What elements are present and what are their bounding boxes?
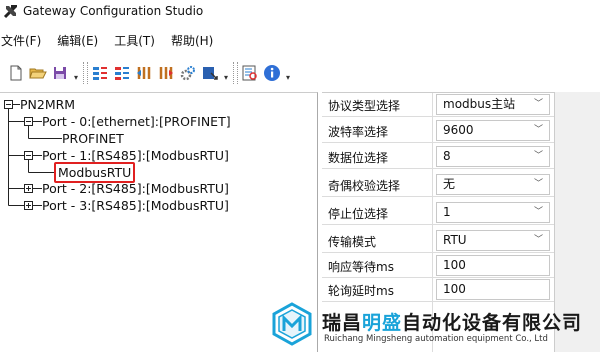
tree-root[interactable]: PN2MRM — [20, 96, 75, 113]
tree-node-port-3[interactable]: Port - 3:[RS485]:[ModbusRTU] — [42, 197, 229, 214]
upload-config-icon[interactable] — [239, 62, 261, 84]
remove-port-icon[interactable] — [111, 62, 133, 84]
toolbar-separator — [231, 60, 239, 86]
toolbar-overflow-chevron-icon[interactable]: ▾ — [283, 62, 293, 84]
transmission-mode-select[interactable]: RTU ﹀ — [436, 230, 550, 251]
app-tools-icon — [1, 1, 21, 21]
chevron-down-icon[interactable]: ﹀ — [534, 121, 543, 140]
new-file-icon[interactable] — [5, 62, 27, 84]
import-icon[interactable] — [133, 62, 155, 84]
tree-node-profinet[interactable]: PROFINET — [62, 130, 124, 147]
parity-select[interactable]: 无 ﹀ — [436, 174, 550, 195]
menu-tools[interactable]: 工具(T) — [113, 32, 156, 49]
toolbar-overflow-chevron-icon[interactable]: ▾ — [221, 62, 231, 84]
tree-node-port-2[interactable]: Port - 2:[RS485]:[ModbusRTU] — [42, 180, 229, 197]
company-logo: 瑞昌明盛自动化设备有限公司 Ruichang Mingsheng automat… — [270, 300, 600, 352]
data-bits-select[interactable]: 8 ﹀ — [436, 146, 550, 167]
property-name: 协议类型选择 — [328, 99, 401, 113]
save-icon[interactable] — [49, 62, 71, 84]
company-name-highlight: 明盛 — [362, 312, 403, 334]
property-name: 轮询延时ms — [328, 284, 394, 298]
property-name: 停止位选择 — [328, 207, 389, 221]
property-value: 8 — [443, 149, 451, 163]
settings-gear-icon[interactable] — [177, 62, 199, 84]
chevron-down-icon[interactable]: ﹀ — [534, 95, 543, 114]
chevron-down-icon[interactable]: ﹀ — [534, 231, 543, 250]
toolbar-separator — [81, 60, 89, 86]
download-icon[interactable] — [199, 62, 221, 84]
chevron-down-icon[interactable]: ﹀ — [534, 203, 543, 222]
title-bar: Gateway Configuration Studio — [0, 0, 600, 22]
property-row: 轮询延时ms 100 — [322, 278, 554, 302]
menu-edit[interactable]: 编辑(E) — [56, 32, 99, 49]
company-name-part: 自动化设备有限公司 — [402, 312, 583, 334]
export-icon[interactable] — [155, 62, 177, 84]
toolbar-overflow-chevron-icon[interactable]: ▾ — [71, 62, 81, 84]
tree-node-port-0[interactable]: Port - 0:[ethernet]:[PROFINET] — [42, 113, 231, 130]
property-name: 传输模式 — [328, 235, 377, 249]
property-value: 1 — [443, 205, 451, 219]
property-row: 停止位选择 1 ﹀ — [322, 201, 554, 225]
menu-help[interactable]: 帮助(H) — [170, 32, 214, 49]
property-row: 波特率选择 9600 ﹀ — [322, 119, 554, 143]
chevron-down-icon[interactable]: ﹀ — [534, 175, 543, 194]
property-row: 数据位选择 8 ﹀ — [322, 145, 554, 169]
property-value: modbus主站 — [443, 97, 516, 111]
open-folder-icon[interactable] — [27, 62, 49, 84]
company-logo-mark-icon — [272, 302, 312, 346]
menu-bar: 文件(F) 编辑(E) 工具(T) 帮助(H) — [0, 29, 228, 51]
property-row: 奇偶校验选择 无 ﹀ — [322, 173, 554, 197]
property-name: 响应等待ms — [328, 260, 394, 274]
property-value: RTU — [443, 233, 467, 247]
polling-delay-input[interactable]: 100 — [436, 279, 550, 300]
about-info-icon[interactable] — [261, 62, 283, 84]
add-port-icon[interactable] — [89, 62, 111, 84]
toolbar: ▾ ▾ ▾ — [0, 58, 600, 88]
property-row: 响应等待ms 100 — [322, 254, 554, 278]
property-row: 传输模式 RTU ﹀ — [322, 229, 554, 253]
company-name-en: Ruichang Mingsheng automation equipment … — [324, 334, 548, 344]
company-name-cn: 瑞昌明盛自动化设备有限公司 — [322, 308, 582, 335]
property-row: 协议类型选择 modbus主站 ﹀ — [322, 93, 554, 117]
property-name: 奇偶校验选择 — [328, 179, 401, 193]
baud-rate-select[interactable]: 9600 ﹀ — [436, 120, 550, 141]
window-title: Gateway Configuration Studio — [23, 4, 204, 18]
chevron-down-icon[interactable]: ﹀ — [534, 147, 543, 166]
company-name-part: 瑞昌 — [322, 312, 363, 334]
stop-bits-select[interactable]: 1 ﹀ — [436, 202, 550, 223]
response-wait-input[interactable]: 100 — [436, 255, 550, 276]
menu-file[interactable]: 文件(F) — [0, 32, 42, 49]
protocol-type-select[interactable]: modbus主站 ﹀ — [436, 94, 550, 115]
property-name: 波特率选择 — [328, 125, 389, 139]
property-value: 100 — [443, 282, 466, 296]
property-value: 100 — [443, 258, 466, 272]
property-name: 数据位选择 — [328, 151, 389, 165]
property-value: 无 — [443, 177, 456, 191]
property-value: 9600 — [443, 123, 474, 137]
